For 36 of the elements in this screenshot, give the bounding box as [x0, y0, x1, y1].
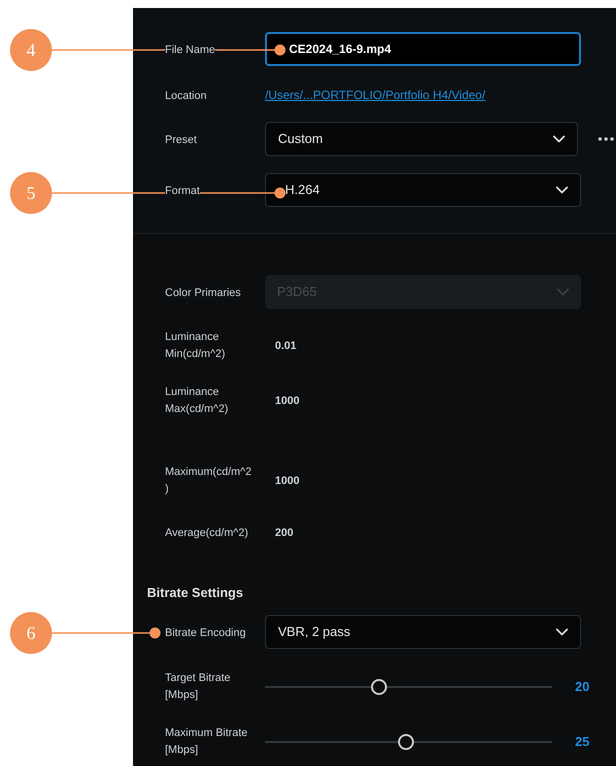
field-label: Average(cd/m^2) — [165, 526, 250, 541]
more-icon[interactable] — [598, 137, 616, 141]
field-value: 1000 — [275, 474, 300, 489]
field-label: Preset — [165, 134, 197, 146]
chevron-down-icon — [556, 186, 568, 194]
chevron-down-icon — [556, 628, 568, 636]
field-label: Maximum Bitrate [Mbps] — [165, 726, 249, 758]
callout-badge: 5 — [10, 172, 52, 214]
chevron-down-icon — [557, 288, 569, 296]
field-label: Location — [165, 90, 207, 102]
section-heading: Bitrate Settings — [147, 584, 244, 602]
slider-value: 20 — [575, 678, 590, 696]
field-label: Maximum(cd/m^2) — [165, 465, 252, 497]
dropdown[interactable]: Custom — [265, 122, 578, 156]
field-value: 200 — [275, 526, 294, 542]
field-label: Luminance Max(cd/m^2) — [165, 385, 230, 417]
dropdown[interactable]: H.264 — [265, 173, 581, 207]
slider-track[interactable] — [265, 734, 552, 750]
slider-thumb[interactable] — [370, 679, 387, 695]
field-label: Target Bitrate [Mbps] — [165, 671, 232, 703]
field-label: Color Primaries — [165, 287, 241, 299]
field-label: File Name — [165, 44, 216, 56]
file-name-field[interactable]: CE2024_16-9.mp4 — [265, 32, 581, 66]
callout-badge: 6 — [10, 612, 52, 654]
field-label: Bitrate Encoding — [165, 627, 246, 639]
field-label: Format — [165, 185, 200, 197]
callout-badge: 4 — [10, 29, 52, 71]
dropdown[interactable]: VBR, 2 pass — [265, 615, 581, 649]
field-label: Luminance Min(cd/m^2) — [165, 330, 226, 362]
slider-thumb[interactable] — [398, 734, 414, 750]
field-value: 0.01 — [275, 338, 296, 354]
location-link[interactable]: /Users/...PORTFOLIO/Portfolio H4/Video/ — [265, 86, 486, 104]
field-value: 1000 — [275, 394, 300, 409]
slider-value: 25 — [575, 733, 590, 752]
chevron-down-icon — [553, 135, 565, 143]
slider-track[interactable] — [265, 679, 552, 695]
